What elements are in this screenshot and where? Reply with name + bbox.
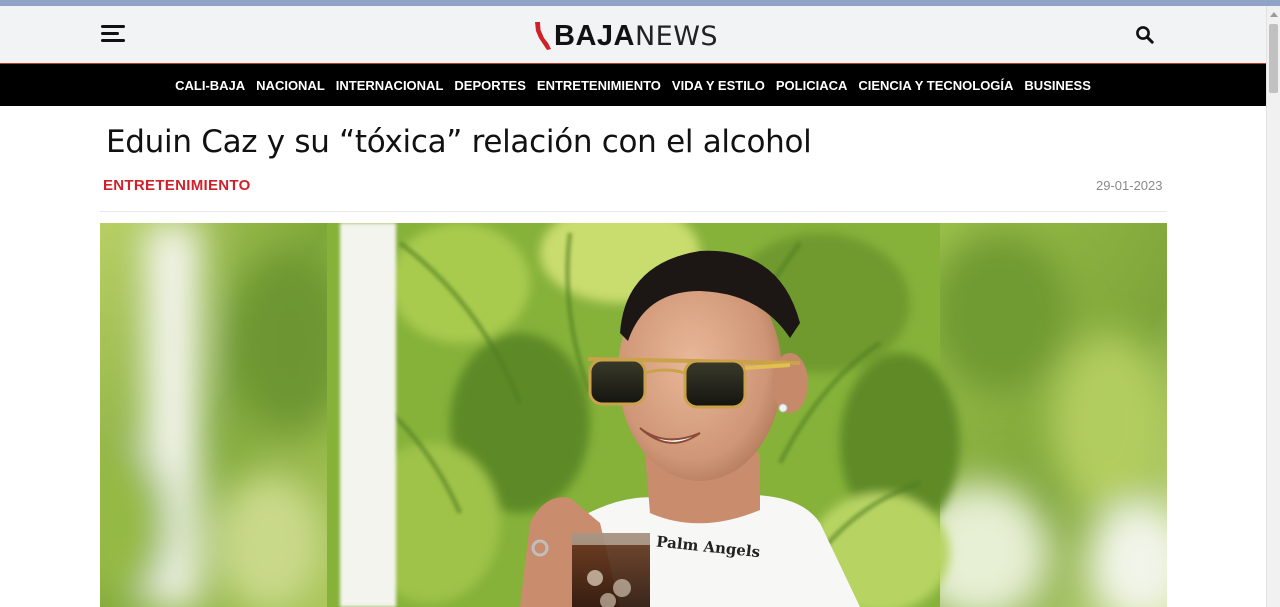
logo-text-light: NEWS <box>634 20 719 52</box>
logo-text-bold: BAJA <box>554 19 635 52</box>
nav-item-nacional[interactable]: NACIONAL <box>256 78 325 93</box>
baja-peninsula-icon <box>535 22 551 50</box>
header-divider <box>100 211 1167 212</box>
nav-item-ciencia-y-tecnologia[interactable]: CIENCIA Y TECNOLOGÍA <box>858 78 1013 93</box>
nav-item-business[interactable]: BUSINESS <box>1024 78 1090 93</box>
hero-photo: Palm Angels <box>100 223 1167 607</box>
site-header: BAJA NEWS <box>0 6 1266 63</box>
search-icon[interactable] <box>1135 25 1155 45</box>
nav-item-cali-baja[interactable]: CALI-BAJA <box>175 78 245 93</box>
page-scrollbar[interactable] <box>1266 6 1280 607</box>
nav-item-policiaca[interactable]: POLICIACA <box>776 78 848 93</box>
nav-item-entretenimiento[interactable]: ENTRETENIMIENTO <box>537 78 661 93</box>
category-navbar: CALI-BAJA NACIONAL INTERNACIONAL DEPORTE… <box>0 63 1266 106</box>
article-category-link[interactable]: ENTRETENIMIENTO <box>103 177 251 194</box>
nav-item-internacional[interactable]: INTERNACIONAL <box>336 78 444 93</box>
scroll-up-arrow-icon[interactable] <box>1270 12 1278 17</box>
article-title: Eduin Caz y su “tóxica” relación con el … <box>106 124 812 160</box>
article-hero-image: Palm Angels <box>100 223 1167 607</box>
nav-item-vida-y-estilo[interactable]: VIDA Y ESTILO <box>672 78 765 93</box>
site-logo[interactable]: BAJA NEWS <box>532 19 718 53</box>
nav-item-deportes[interactable]: DEPORTES <box>454 78 526 93</box>
hamburger-menu-icon[interactable] <box>101 25 127 45</box>
article-date: 29-01-2023 <box>1096 178 1163 193</box>
scrollbar-thumb[interactable] <box>1269 24 1278 93</box>
